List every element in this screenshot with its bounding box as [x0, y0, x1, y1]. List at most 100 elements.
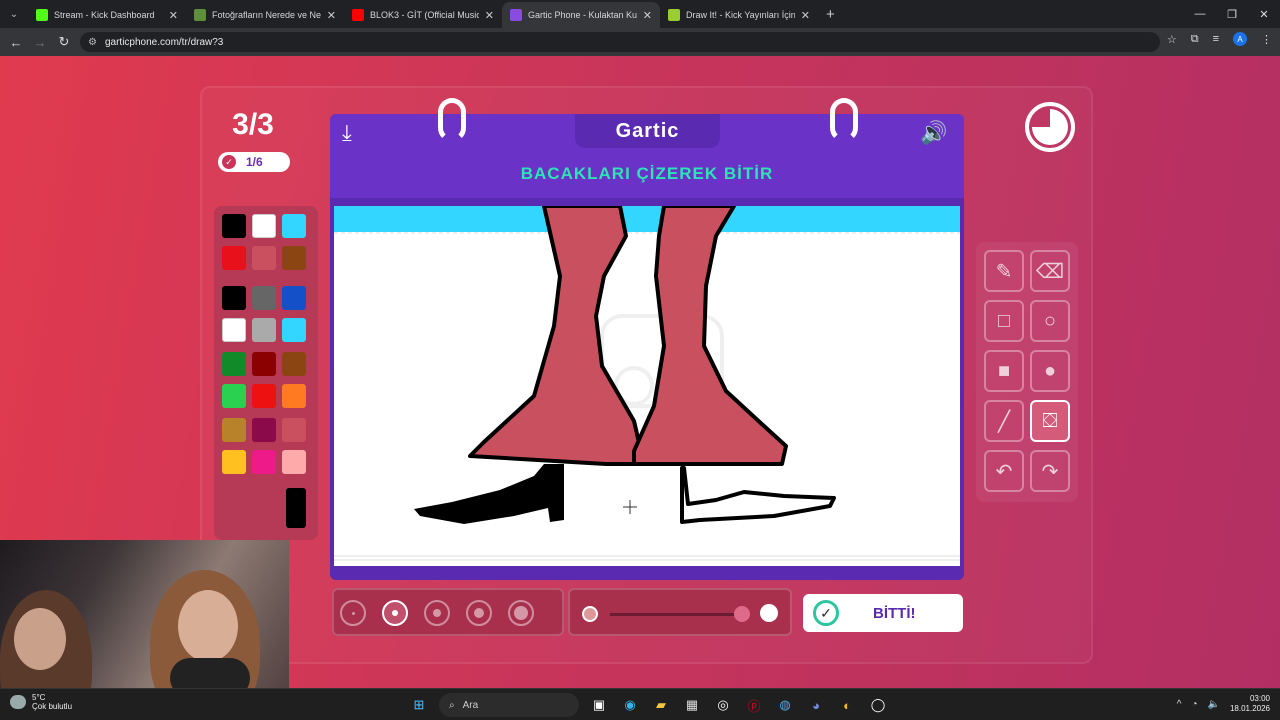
eraser-tool[interactable]: ⌫ [1030, 250, 1070, 292]
color-swatch[interactable] [282, 352, 306, 376]
color-swatch[interactable] [282, 384, 306, 408]
tab-favicon-icon [352, 9, 364, 21]
color-swatch[interactable] [282, 214, 306, 238]
task-view-icon[interactable]: ▣ [588, 694, 610, 716]
brush-size-option[interactable] [340, 600, 366, 626]
color-swatch[interactable] [222, 286, 246, 310]
opacity-handle[interactable] [734, 606, 750, 622]
restore-icon[interactable]: ❐ [1216, 0, 1248, 28]
close-window-icon[interactable]: ✕ [1248, 0, 1280, 28]
line-icon: ╱ [997, 410, 1011, 433]
timer-icon [1025, 102, 1075, 152]
color-swatch[interactable] [222, 214, 246, 238]
tab-close-icon[interactable]: ✕ [169, 9, 178, 22]
color-swatch[interactable] [222, 450, 246, 474]
pencil-tool[interactable]: ✎ [984, 250, 1024, 292]
tab-close-icon[interactable]: ✕ [643, 9, 652, 22]
store-icon[interactable]: ▦ [681, 694, 703, 716]
volume-icon[interactable]: 🔈 [1208, 699, 1220, 710]
chrome-icon[interactable]: ◐ [836, 694, 858, 716]
bucket-fill-tool[interactable]: ⛋ [1030, 400, 1070, 442]
sound-icon[interactable]: 🔊 [920, 120, 947, 146]
brush-size-option[interactable] [424, 600, 450, 626]
color-swatch[interactable] [222, 384, 246, 408]
ellipse-icon: ○ [1043, 309, 1057, 332]
weather-widget[interactable]: 5°C Çok bulutlu [10, 693, 72, 711]
brush-size-option[interactable] [382, 600, 408, 626]
back-icon[interactable]: ← [4, 35, 28, 50]
color-swatch[interactable] [222, 246, 246, 270]
new-tab-button[interactable]: + [818, 2, 843, 28]
rectangle-tool[interactable]: □ [984, 300, 1024, 342]
globe-app-icon[interactable]: ◍ [774, 694, 796, 716]
address-bar[interactable]: ⚙ garticphone.com/tr/draw?3 [80, 32, 1160, 52]
browser-tab[interactable]: Fotoğrafların Nerede ve Ne Zam ✕ [186, 2, 344, 28]
color-swatch[interactable] [252, 450, 276, 474]
color-swatch[interactable] [252, 286, 276, 310]
brush-size-option[interactable] [508, 600, 534, 626]
filled-rectangle-tool[interactable]: ■ [984, 350, 1024, 392]
reload-icon[interactable]: ↻ [52, 34, 76, 50]
line-tool[interactable]: ╱ [984, 400, 1024, 442]
undo-tool[interactable]: ↶ [984, 450, 1024, 492]
browser-tab[interactable]: Stream - Kick Dashboard ✕ [28, 2, 186, 28]
tab-close-icon[interactable]: ✕ [327, 9, 336, 22]
browser-tab[interactable]: Gartic Phone - Kulaktan Kulağa ✕ [502, 2, 660, 28]
ellipse-tool[interactable]: ○ [1030, 300, 1070, 342]
filled-ellipse-tool[interactable]: ● [1030, 350, 1070, 392]
discord-icon[interactable]: ◕ [805, 694, 827, 716]
done-check-icon: ✓ [813, 600, 839, 626]
brush-size-option[interactable] [466, 600, 492, 626]
color-swatch[interactable] [282, 286, 306, 310]
opacity-slider[interactable] [568, 588, 792, 636]
drawing-canvas[interactable] [334, 206, 960, 566]
windows-start-icon[interactable]: ⊞ [408, 694, 430, 716]
tab-search-icon[interactable]: ⌄ [0, 0, 28, 28]
media-controls-icon[interactable]: ≡ [1213, 33, 1219, 45]
taskbar-search[interactable]: ⌕ Ara [439, 693, 579, 717]
color-swatch[interactable] [222, 418, 246, 442]
color-swatch[interactable] [252, 318, 276, 342]
clock[interactable]: 03:00 18.01.2026 [1230, 694, 1270, 714]
redo-tool[interactable]: ↷ [1030, 450, 1070, 492]
bookmark-star-icon[interactable]: ☆ [1167, 33, 1177, 46]
color-swatch[interactable] [252, 352, 276, 376]
color-swatch[interactable] [252, 384, 276, 408]
file-explorer-icon[interactable]: ▰ [650, 694, 672, 716]
minimize-icon[interactable]: — [1184, 0, 1216, 28]
done-button[interactable]: ✓ BİTTİ! [803, 594, 963, 632]
url-text: garticphone.com/tr/draw?3 [104, 36, 224, 48]
color-swatch[interactable] [286, 488, 306, 528]
profile-avatar[interactable]: A [1233, 32, 1247, 46]
tab-title: Draw It! - Kick Yayınları İçin Çizi [686, 10, 795, 20]
extensions-icon[interactable]: ⧉ [1191, 33, 1199, 46]
tab-close-icon[interactable]: ✕ [485, 9, 494, 22]
pencil-icon: ✎ [995, 260, 1013, 283]
browser-tab[interactable]: Draw It! - Kick Yayınları İçin Çizi ✕ [660, 2, 818, 28]
tray-overflow-icon[interactable]: ^ [1177, 699, 1182, 710]
app-icon[interactable]: ◎ [712, 694, 734, 716]
browser-menu-icon[interactable]: ⋮ [1261, 33, 1272, 46]
color-swatch[interactable] [222, 352, 246, 376]
forward-icon[interactable]: → [28, 35, 52, 50]
color-swatch[interactable] [282, 418, 306, 442]
network-icon[interactable]: ◔ [1191, 699, 1197, 710]
color-swatch[interactable] [282, 318, 306, 342]
clock-date: 18.01.2026 [1229, 704, 1270, 713]
edge-icon[interactable]: ◉ [619, 694, 641, 716]
site-info-icon[interactable]: ⚙ [88, 37, 97, 48]
obs-icon[interactable]: ◯ [867, 694, 889, 716]
download-icon[interactable]: ⤓ [342, 120, 352, 146]
color-swatch[interactable] [252, 246, 276, 270]
bucket-fill-icon: ⛋ [1042, 409, 1058, 432]
color-swatch[interactable] [222, 318, 246, 342]
tab-close-icon[interactable]: ✕ [801, 9, 810, 22]
color-swatch[interactable] [252, 418, 276, 442]
tab-favicon-icon [668, 9, 680, 21]
color-swatch[interactable] [282, 246, 306, 270]
color-swatch[interactable] [282, 450, 306, 474]
browser-tab[interactable]: BLOK3 - GİT (Official Music Vid ✕ [344, 2, 502, 28]
filled-ellipse-icon: ● [1043, 359, 1057, 382]
color-swatch[interactable] [252, 214, 276, 238]
pinterest-icon[interactable]: ⓟ [743, 694, 765, 716]
